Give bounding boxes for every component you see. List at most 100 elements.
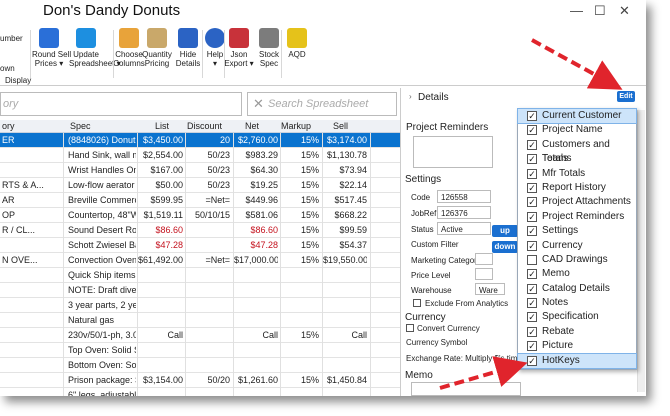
checkbox-icon[interactable]: ✓ bbox=[527, 240, 537, 251]
round-sell-button[interactable]: Round Sell Prices ▾ bbox=[32, 28, 71, 68]
price-level-field[interactable] bbox=[475, 268, 493, 280]
section-visibility-menu: ✓ Current Customer ✓ Project Name ✓ Customers… bbox=[517, 107, 637, 370]
menu-item-cad-drawings[interactable]: CAD Drawings bbox=[518, 253, 636, 267]
menu-item-label: Mfr Totals bbox=[542, 167, 586, 179]
menu-item-totals[interactable]: ✓ Totals bbox=[518, 152, 636, 166]
column-header-markup[interactable]: Markup bbox=[281, 121, 311, 131]
checkbox-icon[interactable]: ✓ bbox=[527, 226, 537, 237]
checkbox-icon[interactable]: ✓ bbox=[527, 283, 537, 294]
menu-item-picture[interactable]: ✓ Picture bbox=[518, 339, 636, 353]
checkbox-icon[interactable] bbox=[527, 254, 537, 265]
checkbox-icon[interactable]: ✓ bbox=[527, 197, 537, 208]
minimize-button[interactable]: — bbox=[570, 3, 583, 18]
table-row[interactable]: Natural gas bbox=[0, 313, 400, 328]
menu-item-notes[interactable]: ✓ Notes bbox=[518, 296, 636, 310]
menu-item-memo[interactable]: ✓ Memo bbox=[518, 267, 636, 281]
menu-item-project-name[interactable]: ✓ Project Name bbox=[518, 123, 636, 137]
maximize-button[interactable]: ☐ bbox=[594, 3, 606, 19]
menu-item-customers-and-teams[interactable]: ✓ Customers and Teams bbox=[518, 138, 636, 164]
marketing-category-field[interactable] bbox=[475, 253, 493, 265]
status-select[interactable]: Active bbox=[437, 222, 491, 235]
table-row[interactable]: N OVE... Convection Oven, gas, do...$61,4… bbox=[0, 253, 400, 268]
memo-box[interactable] bbox=[411, 382, 521, 396]
details-scrollbar[interactable] bbox=[637, 110, 645, 392]
checkbox-icon[interactable]: ✓ bbox=[527, 168, 537, 179]
clear-search-icon[interactable]: ✕ bbox=[253, 96, 264, 112]
aqd-button[interactable]: AQD bbox=[280, 28, 314, 59]
edit-button[interactable]: Edit bbox=[617, 91, 635, 102]
ribbon-group-display: Display bbox=[5, 76, 32, 85]
menu-item-project-attachments[interactable]: ✓ Project Attachments bbox=[518, 195, 636, 209]
table-row[interactable]: Schott Zwiesel Banquet W... $47.28 $47.28 1… bbox=[0, 238, 400, 253]
checkbox-icon[interactable]: ✓ bbox=[527, 154, 537, 165]
category-search-input[interactable]: ory bbox=[0, 92, 242, 116]
menu-item-specification[interactable]: ✓ Specification bbox=[518, 310, 636, 324]
menu-item-label: Notes bbox=[542, 297, 569, 309]
table-row[interactable]: AR Breville Commercial Supe... $599.95 =Net… bbox=[0, 193, 400, 208]
checkbox-icon[interactable]: ✓ bbox=[527, 326, 537, 337]
spreadsheet-search-input[interactable]: ✕ Search Spreadsheet bbox=[247, 92, 397, 116]
table-row[interactable]: Hand Sink, wall mounted,... $2,554.00 50/2… bbox=[0, 148, 400, 163]
down-button[interactable]: down bbox=[492, 241, 518, 253]
checkbox-icon[interactable]: ✓ bbox=[527, 211, 537, 222]
table-row[interactable]: Quick Ship items have limi... bbox=[0, 268, 400, 283]
table-row[interactable]: NOTE: Draft diverter is no... bbox=[0, 283, 400, 298]
menu-item-current-customer[interactable]: ✓ Current Customer bbox=[517, 107, 637, 125]
column-header-discount[interactable]: Discount bbox=[187, 121, 222, 131]
checkbox-icon[interactable]: ✓ bbox=[527, 312, 537, 323]
column-header-list[interactable]: List bbox=[155, 121, 169, 131]
menu-item-rebate[interactable]: ✓ Rebate bbox=[518, 325, 636, 339]
code-field[interactable]: 126558 bbox=[437, 190, 491, 203]
warehouse-field[interactable]: Ware bbox=[475, 283, 505, 295]
ribbon-fragment-number[interactable]: umber bbox=[0, 34, 23, 43]
table-row[interactable]: OP Countertop, 48"W x 24"D... $1,519.11 50/… bbox=[0, 208, 400, 223]
menu-item-mfr-totals[interactable]: ✓ Mfr Totals bbox=[518, 167, 636, 181]
convert-currency-checkbox[interactable] bbox=[406, 324, 414, 332]
menu-item-settings[interactable]: ✓ Settings bbox=[518, 224, 636, 238]
checkbox-icon[interactable]: ✓ bbox=[527, 269, 537, 280]
exclude-analytics-checkbox[interactable] bbox=[413, 299, 421, 307]
table-row[interactable]: Bottom Oven: Solid State... bbox=[0, 358, 400, 373]
up-button[interactable]: up bbox=[492, 225, 518, 237]
expand-chevron-icon[interactable]: › bbox=[409, 92, 412, 101]
table-row[interactable]: Top Oven: Solid State infin... bbox=[0, 343, 400, 358]
menu-item-project-reminders[interactable]: ✓ Project Reminders bbox=[518, 210, 636, 224]
cell-net: $449.96 bbox=[245, 195, 278, 205]
memo-label: Memo bbox=[405, 370, 433, 381]
close-button[interactable]: ✕ bbox=[619, 3, 630, 19]
column-header-net[interactable]: Net bbox=[245, 121, 259, 131]
app-window: Don's Dandy Donuts — ☐ ✕ umber own Displ… bbox=[0, 0, 646, 396]
menu-item-currency[interactable]: ✓ Currency bbox=[518, 239, 636, 253]
json-export-button[interactable]: Json Export ▾ bbox=[222, 28, 256, 68]
status-label: Status bbox=[411, 225, 434, 234]
table-row[interactable]: Prison package: Security ... $3,154.00 50/… bbox=[0, 373, 400, 388]
table-row[interactable]: Wrist Handles Only, for ... $167.00 50/23 $… bbox=[0, 163, 400, 178]
ribbon-fragment-own[interactable]: own bbox=[0, 64, 15, 73]
cell-spec: Schott Zwiesel Banquet W... bbox=[68, 240, 136, 250]
table-row[interactable]: 230v/50/1-ph, 3.0 amps,... Call Call 15% Cal… bbox=[0, 328, 400, 343]
table-row[interactable]: ER (8848026) Donut Fryer, el... $3,450.00 2… bbox=[0, 133, 400, 148]
column-header-spec[interactable]: Spec bbox=[70, 121, 91, 131]
checkbox-icon[interactable]: ✓ bbox=[527, 355, 537, 366]
cell-disc: 50/10/15 bbox=[194, 210, 230, 220]
table-row[interactable]: RTS & A... Low-flow aerator 0.5gpm,... $50… bbox=[0, 178, 400, 193]
checkbox-icon[interactable]: ✓ bbox=[527, 341, 537, 352]
menu-item-catalog-details[interactable]: ✓ Catalog Details bbox=[518, 282, 636, 296]
checkbox-icon[interactable]: ✓ bbox=[527, 139, 537, 150]
menu-item-report-history[interactable]: ✓ Report History bbox=[518, 181, 636, 195]
checkbox-icon[interactable]: ✓ bbox=[527, 125, 537, 136]
cell-cat: ER bbox=[2, 135, 15, 145]
checkbox-icon[interactable]: ✓ bbox=[527, 111, 537, 121]
project-reminders-box bbox=[413, 136, 493, 168]
column-header-sell[interactable]: Sell bbox=[333, 121, 348, 131]
checkbox-icon[interactable]: ✓ bbox=[527, 298, 537, 309]
checkbox-icon[interactable]: ✓ bbox=[527, 182, 537, 193]
jobref-field[interactable]: 126376 bbox=[437, 206, 491, 219]
table-row[interactable]: R / CL... Sound Desert Rose Plate L... $86… bbox=[0, 223, 400, 238]
quantity-pricing-button[interactable]: Quantity Pricing bbox=[140, 28, 174, 68]
column-header-category[interactable]: ory bbox=[2, 121, 15, 131]
table-row[interactable]: 6" legs, adjustable, stainle... bbox=[0, 388, 400, 396]
menu-item-hotkeys[interactable]: ✓ HotKeys bbox=[517, 352, 637, 370]
table-row[interactable]: 3 year parts, 2 year labor... bbox=[0, 298, 400, 313]
update-spreadsheet-button[interactable]: Update Spreadsheet ▾ bbox=[69, 28, 121, 68]
